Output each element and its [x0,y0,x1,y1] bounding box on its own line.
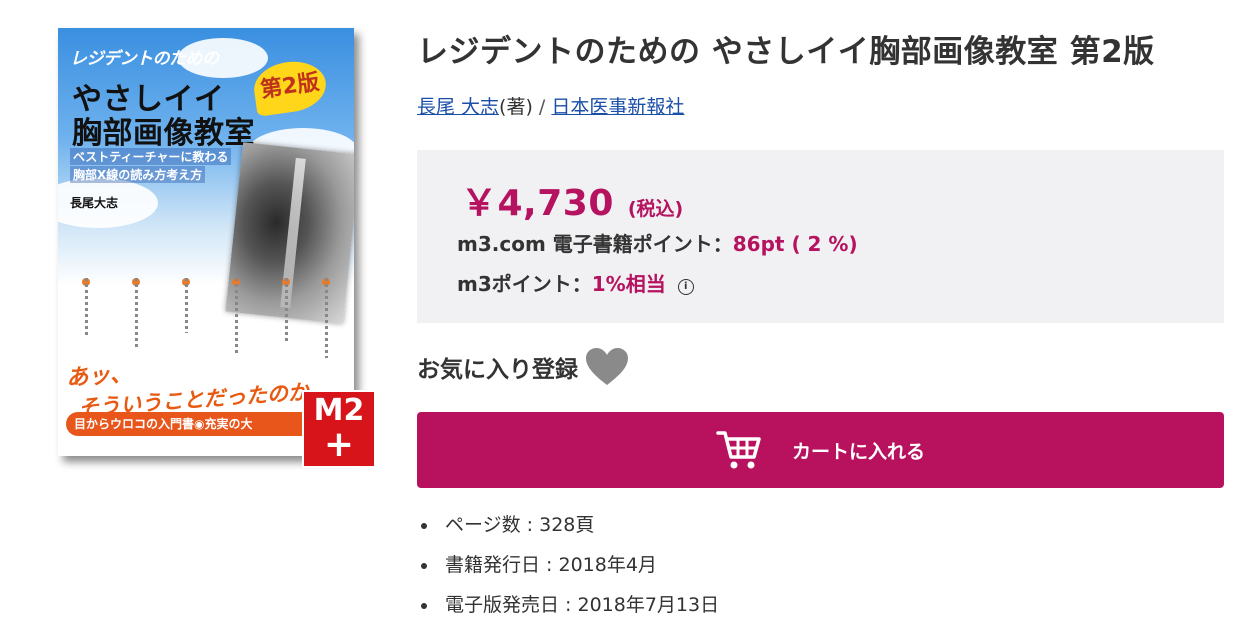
toc-line [185,278,188,333]
add-to-cart-label: カートに入れる [791,440,925,463]
ebook-point-value: 86pt ( 2 %) [732,232,858,256]
cover-series-text: レジデントのための [70,49,219,69]
info-icon[interactable]: i [677,279,694,295]
author-link[interactable]: 長尾 大志 [417,96,499,118]
toc-line [235,278,238,353]
cover-title-line2: 胸部画像教室 [72,116,255,151]
toc-line [285,278,288,343]
toc-line [85,278,88,338]
book-specs-list: ページ数 : 328頁 書籍発行日 : 2018年4月 電子版発売日 : 201… [417,508,719,628]
cover-author: 長尾大志 [70,196,119,210]
book-cover[interactable]: レジデントのための 第2版 やさしイイ 胸部画像教室 ベストティーチャーに教わる… [58,28,376,468]
price-amount: ￥4,730 [461,183,614,224]
author-role: (著) [499,96,533,118]
add-to-cart-button[interactable]: カートに入れる [417,412,1224,488]
spec-ebook-release-date: 電子版発売日 : 2018年7月13日 [417,588,719,628]
m2-plus-badge: M2 + [302,390,376,468]
spec-publication-date: 書籍発行日 : 2018年4月 [417,548,719,588]
toc-line [325,278,328,358]
product-title: レジデントのための やさしイイ胸部画像教室 第2版 [417,34,1155,70]
toc-line [135,278,138,348]
spec-page-count: ページ数 : 328頁 [417,508,719,548]
m3-point-value: 1%相当 [591,272,666,296]
favorite-label: お気に入り登録 [417,357,578,383]
cover-catchphrase-line1: あッ、 [65,361,133,392]
heart-icon [586,348,628,385]
price-box: ￥4,730 (税込) m3.com 電子書籍ポイント：86pt ( 2 %) m… [417,150,1224,323]
byline-separator: / [538,96,546,118]
byline: 長尾 大志(著) / 日本医事新報社 [417,92,684,119]
m3-point-label: m3ポイント： [457,272,592,296]
price-row: ￥4,730 (税込) [461,174,683,226]
add-to-favorites-button[interactable]: お気に入り登録 [417,346,630,388]
cover-toc-decoration [72,278,330,358]
plus-icon: + [323,424,355,465]
m3-point-row: m3ポイント：1%相当 i [457,268,694,297]
ebook-point-label: m3.com 電子書籍ポイント： [457,232,733,256]
ebook-point-row: m3.com 電子書籍ポイント：86pt ( 2 %) [457,228,858,257]
cart-icon [716,431,761,469]
price-tax-note: (税込) [627,198,684,220]
publisher-link[interactable]: 日本医事新報社 [551,96,684,118]
cover-subtitle-line2: 胸部X線の読み方考え方 [70,166,206,183]
cover-subtitle-line1: ベストティーチャーに教わる [70,148,232,165]
